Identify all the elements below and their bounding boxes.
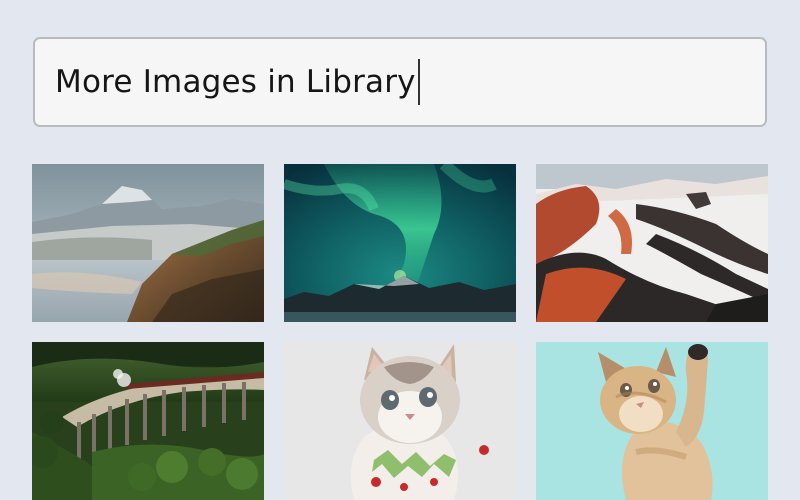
- search-input-text: More Images in Library: [55, 64, 416, 100]
- gallery-image-viaduct[interactable]: [32, 342, 264, 500]
- gallery-image-kitten-collar[interactable]: [284, 342, 516, 500]
- search-input[interactable]: More Images in Library: [33, 37, 767, 127]
- kitten-collar-image: [284, 342, 516, 500]
- gallery-image-kitten-teal[interactable]: [536, 342, 768, 500]
- gallery-image-aurora[interactable]: [284, 164, 516, 322]
- gallery-image-cliffs[interactable]: [32, 164, 264, 322]
- page: More Images in Library: [0, 0, 800, 500]
- text-caret: [417, 59, 420, 105]
- aurora-image: [284, 164, 516, 322]
- image-gallery: [32, 164, 768, 500]
- gallery-image-snowy-mountains[interactable]: [536, 164, 768, 322]
- kitten-teal-image: [536, 342, 768, 500]
- viaduct-image: [32, 342, 264, 500]
- cliffs-image: [32, 164, 264, 322]
- snowy-mountains-image: [536, 164, 768, 322]
